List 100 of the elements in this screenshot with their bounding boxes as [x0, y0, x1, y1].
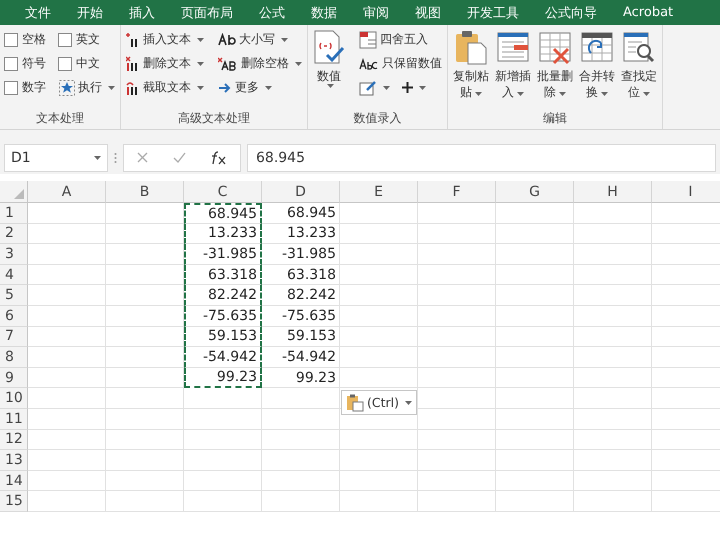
menu-tab[interactable]: 公式向导 — [532, 4, 610, 22]
menu-tab[interactable]: Acrobat — [610, 5, 686, 20]
cell-value: -75.635 — [202, 308, 257, 324]
cell-value: 82.242 — [287, 287, 336, 304]
menu-tab[interactable]: 页面布局 — [168, 4, 246, 22]
cell-value: 99.23 — [296, 370, 336, 386]
paste-options-button[interactable]: (Ctrl) — [341, 390, 417, 415]
cell-value: -54.942 — [282, 348, 336, 365]
ribbon-button[interactable]: 删除空格 — [217, 53, 303, 74]
ribbon-button[interactable]: 查找定 位 — [620, 29, 658, 109]
checkbox-label: 英文 — [76, 31, 100, 48]
caret-icon — [601, 92, 608, 96]
row-header[interactable]: 13 — [0, 450, 28, 471]
function-icon[interactable] — [211, 150, 228, 164]
cell-value: 59.153 — [208, 328, 257, 344]
clipboard-icon — [346, 394, 364, 412]
number-check-icon — [313, 29, 345, 65]
column-header[interactable]: H — [574, 181, 652, 203]
remove-space-icon — [218, 56, 238, 70]
run-button[interactable]: 执行 — [58, 77, 116, 98]
column-header[interactable]: B — [106, 181, 184, 203]
arrow-right-icon — [218, 82, 232, 94]
insert-text-icon — [126, 32, 140, 48]
group-title: 高级文本处理 — [177, 110, 251, 127]
column-header[interactable]: D — [262, 181, 340, 203]
formula-input[interactable]: 68.945 — [247, 144, 716, 172]
drag-handle-icon[interactable] — [114, 152, 117, 164]
delete-text-icon — [126, 56, 140, 72]
ribbon-button[interactable]: 删除文本 — [125, 53, 205, 74]
row-header[interactable]: 10 — [0, 388, 28, 409]
caret-icon — [94, 156, 101, 160]
checkbox-label: 中文 — [76, 55, 100, 72]
round-table-icon — [359, 30, 377, 48]
row-header[interactable]: 11 — [0, 408, 28, 430]
table-cell — [652, 430, 720, 450]
table-cell — [652, 470, 720, 492]
ribbon-button[interactable]: 批量删 除 — [536, 29, 574, 109]
number-button[interactable]: 数值 — [312, 29, 346, 109]
menu-tab[interactable]: 公式 — [246, 4, 298, 22]
menu-tab[interactable]: 文件 — [12, 4, 64, 22]
menu-tab[interactable]: 开发工具 — [454, 4, 532, 22]
checkbox[interactable] — [58, 56, 72, 70]
caret-icon — [197, 38, 204, 42]
row-header[interactable]: 6 — [0, 306, 28, 327]
ribbon-button[interactable]: 新增插 入 — [494, 29, 532, 109]
row-header[interactable]: 9 — [0, 368, 28, 388]
ribbon-button[interactable]: 复制粘 贴 — [452, 29, 490, 109]
ribbon-button[interactable]: 只保留数值 — [358, 53, 443, 74]
caret-icon — [197, 62, 204, 66]
cell-value: -31.985 — [202, 246, 257, 262]
cell-value: 82.242 — [208, 287, 257, 304]
ribbon-button[interactable]: 大小写 — [217, 29, 303, 50]
ribbon-button[interactable]: 更多 — [217, 77, 303, 98]
check-icon[interactable] — [172, 152, 186, 163]
row-header[interactable]: 15 — [0, 491, 28, 512]
caret-icon — [265, 86, 272, 90]
caret-icon — [643, 92, 650, 96]
caret-icon — [517, 92, 524, 96]
column-header[interactable]: C — [184, 181, 262, 203]
column-header[interactable]: G — [496, 181, 574, 203]
caret-icon — [327, 84, 334, 88]
row-header[interactable]: 3 — [0, 244, 28, 265]
column-header[interactable]: E — [340, 181, 418, 203]
menu-tab[interactable]: 插入 — [116, 4, 168, 22]
row-header[interactable]: 2 — [0, 224, 28, 244]
cell-value: 13.233 — [287, 225, 336, 242]
column-header[interactable]: F — [418, 181, 496, 203]
row-header[interactable]: 5 — [0, 285, 28, 306]
row-header[interactable]: 4 — [0, 264, 28, 286]
menu-tab[interactable]: 开始 — [64, 4, 116, 22]
ribbon-button[interactable]: 四舍五入 — [358, 29, 443, 50]
letter-case-icon — [218, 32, 236, 46]
row-header[interactable]: 1 — [0, 203, 28, 224]
row-header[interactable]: 14 — [0, 470, 28, 492]
ribbon-button[interactable]: 合并转 换 — [578, 29, 616, 109]
extract-text-icon — [126, 80, 140, 96]
menu-tab[interactable]: 审阅 — [350, 4, 402, 22]
checkbox[interactable] — [58, 32, 72, 46]
column-header[interactable]: I — [652, 181, 720, 203]
row-header[interactable]: 7 — [0, 326, 28, 348]
checkbox[interactable] — [4, 80, 18, 94]
cell-value: 63.318 — [208, 266, 257, 283]
cell-value: 63.318 — [287, 266, 336, 283]
menu-tab[interactable]: 数据 — [298, 4, 350, 22]
column-header[interactable]: A — [28, 181, 106, 203]
caret-icon — [405, 400, 412, 404]
caret-icon — [383, 86, 390, 90]
row-header[interactable]: 8 — [0, 347, 28, 368]
checkbox[interactable] — [4, 56, 18, 70]
checkbox[interactable] — [4, 32, 18, 46]
checkbox-label: 符号 — [22, 55, 46, 72]
caret-icon — [108, 86, 115, 90]
menu-tab[interactable]: 视图 — [402, 4, 454, 22]
clipboard-icon — [454, 29, 488, 65]
row-header[interactable]: 12 — [0, 430, 28, 450]
name-box[interactable]: D1 — [4, 144, 108, 172]
ribbon-button[interactable]: 插入文本 — [125, 29, 205, 50]
ribbon-button[interactable]: 截取文本 — [125, 77, 205, 98]
table-cell — [652, 326, 720, 348]
cancel-icon[interactable] — [136, 152, 148, 163]
